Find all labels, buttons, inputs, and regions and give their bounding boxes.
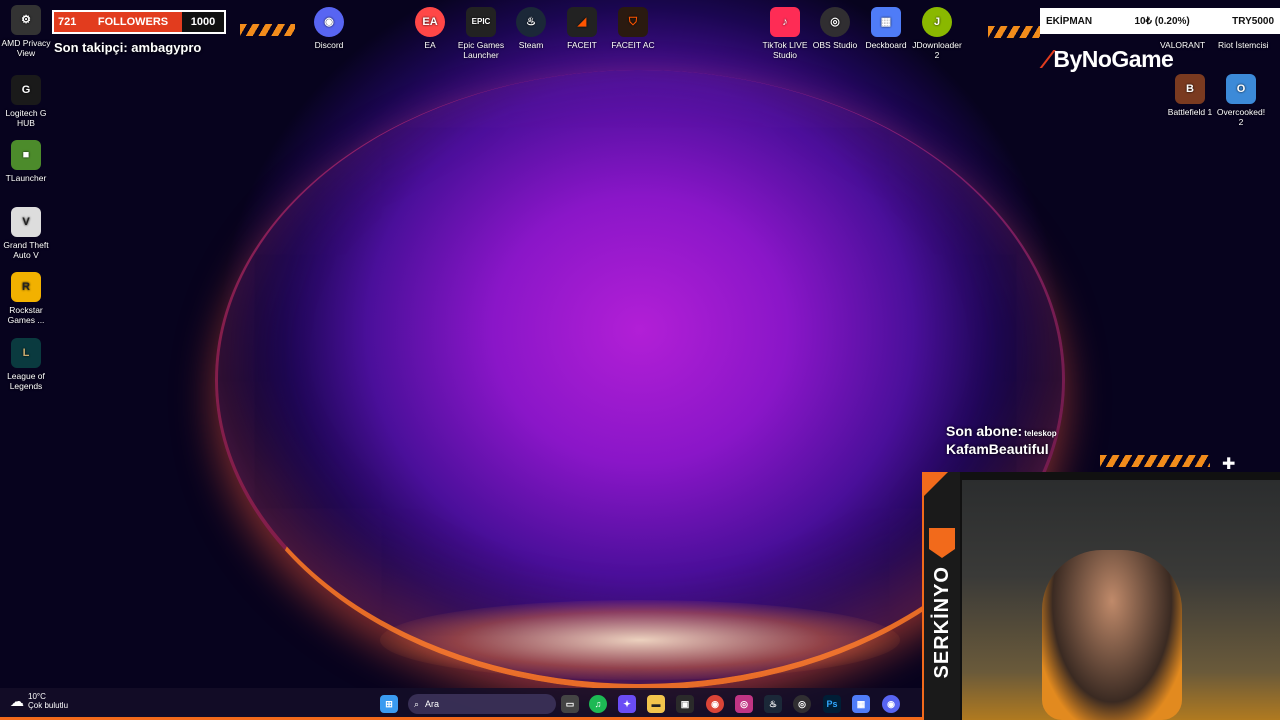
ea-icon: EA <box>415 7 445 37</box>
last-sub: Son abone: teleskop KafamBeautiful <box>946 423 1057 457</box>
weather-desc: Çok bulutlu <box>28 701 69 710</box>
followers-goal: 1000 <box>182 12 224 32</box>
last-follower: Son takipçi: ambagypro <box>54 40 202 55</box>
gta-icon: V <box>11 207 41 237</box>
deckboard-icon: ▦ <box>871 7 901 37</box>
jdownloader-icon: J <box>922 7 952 37</box>
chrome-icon[interactable]: ◉ <box>706 695 724 713</box>
store-icon[interactable]: ▣ <box>676 695 694 713</box>
desktop-icon-gta[interactable]: V Grand Theft Auto V <box>0 207 52 260</box>
windows-start-icon[interactable]: ⊞ <box>380 695 398 713</box>
stripes-cam <box>1100 455 1210 467</box>
cloud-icon: ☁ <box>10 692 24 709</box>
deckboard-taskbar-icon[interactable]: ▦ <box>852 695 870 713</box>
stat-right: TRY5000 <box>1232 15 1274 27</box>
overcooked-icon: O <box>1226 74 1256 104</box>
followers-widget: 721 FOLLOWERS 1000 <box>52 10 226 34</box>
desktop-icon-rockstar[interactable]: R Rockstar Games ... <box>0 272 52 325</box>
webcam-person <box>1042 550 1182 720</box>
desktop-icon-overcooked[interactable]: O Overcooked! 2 <box>1215 74 1267 127</box>
webcam-corner <box>922 472 948 498</box>
desktop-icon-jdownloader[interactable]: J JDownloader 2 <box>911 7 963 60</box>
stripes-left <box>240 24 295 36</box>
search-icon: ⌕ <box>414 698 420 709</box>
file-explorer-icon[interactable]: ▬ <box>647 695 665 713</box>
weather-temp: 10°C <box>28 692 46 701</box>
desktop-icon-discord[interactable]: ◉ Discord <box>303 7 355 50</box>
desktop-icon-battlefield[interactable]: B Battlefield 1 <box>1164 74 1216 117</box>
task-view-icon[interactable]: ▭ <box>561 695 579 713</box>
desktop-icon-steam[interactable]: ♨ Steam <box>505 7 557 50</box>
stat-mid: 10₺ (0.20%) <box>1134 15 1190 27</box>
webcam-frame: SERKİNYO <box>922 472 1280 720</box>
obs-taskbar-icon[interactable]: ◎ <box>793 695 811 713</box>
followers-label: FOLLOWERS <box>97 16 169 28</box>
team-label: EKİPMAN <box>1046 15 1093 27</box>
streamer-name: SERKİNYO <box>930 566 953 679</box>
weather-widget[interactable]: ☁ 10°C Çok bulutlu <box>10 692 68 710</box>
brand-name: ByNoGame <box>1053 46 1174 72</box>
streamer-logo-icon <box>929 528 955 558</box>
lol-icon: L <box>11 338 41 368</box>
faceit-icon: ◢ <box>567 7 597 37</box>
photoshop-icon[interactable]: Ps <box>823 695 841 713</box>
copilot-icon[interactable]: ✦ <box>618 695 636 713</box>
minecraft-icon: ■ <box>11 140 41 170</box>
instagram-icon[interactable]: ◎ <box>735 695 753 713</box>
faceit-ac-icon: ⛉ <box>618 7 648 37</box>
discord-icon: ◉ <box>314 7 344 37</box>
desktop-icon-amd[interactable]: ⚙ AMD Privacy View <box>0 5 52 58</box>
desktop-icon-lol[interactable]: L League of Legends <box>0 338 52 391</box>
desktop-icon-tiktok[interactable]: ♪ TikTok LIVE Studio <box>759 7 811 60</box>
tiktok-icon: ♪ <box>770 7 800 37</box>
settings-icon: ⚙ <box>11 5 41 35</box>
wallpaper-glow <box>380 600 900 680</box>
brand-logo: ⁄ ByNoGame <box>1045 44 1174 75</box>
desktop-icon-epic[interactable]: EPIC Epic Games Launcher <box>455 7 507 60</box>
brand-logo-icon: ⁄ <box>1045 44 1050 74</box>
webcam-video <box>962 480 1280 720</box>
webcam-sidebar: SERKİNYO <box>924 472 960 720</box>
desktop-icon-ea[interactable]: EA EA <box>404 7 456 50</box>
desktop-icon-riot[interactable]: Riot İstemcisi <box>1218 40 1269 50</box>
discord-taskbar-icon[interactable]: ◉ <box>882 695 900 713</box>
desktop-icon-faceit[interactable]: ◢ FACEIT <box>556 7 608 50</box>
desktop-icon-obs[interactable]: ◎ OBS Studio <box>809 7 861 50</box>
rifle-icon: ✚ <box>1222 456 1236 473</box>
taskbar-search[interactable]: ⌕ Ara <box>408 694 556 714</box>
desktop-icon-tlauncher[interactable]: ■ TLauncher <box>0 140 52 183</box>
steam-taskbar-icon[interactable]: ♨ <box>764 695 782 713</box>
followers-count: 721 <box>58 16 77 28</box>
search-placeholder: Ara <box>425 699 440 709</box>
epic-icon: EPIC <box>466 7 496 37</box>
desktop-icon-logitech[interactable]: G Logitech G HUB <box>0 75 52 128</box>
stripes-right-top <box>988 26 1040 38</box>
last-sub-name: KafamBeautiful <box>946 441 1049 457</box>
spotify-icon[interactable]: ♫ <box>589 695 607 713</box>
battlefield-icon: B <box>1175 74 1205 104</box>
rockstar-icon: R <box>11 272 41 302</box>
steam-icon: ♨ <box>516 7 546 37</box>
top-right-stats-bar: EKİPMAN 10₺ (0.20%) TRY5000 <box>1040 8 1280 34</box>
obs-icon: ◎ <box>820 7 850 37</box>
last-sub-label: Son abone: <box>946 423 1023 439</box>
logitech-icon: G <box>11 75 41 105</box>
last-sub-extra: teleskop <box>1024 429 1057 438</box>
desktop-icon-deckboard[interactable]: ▦ Deckboard <box>860 7 912 50</box>
desktop-icon-faceit-ac[interactable]: ⛉ FACEIT AC <box>607 7 659 50</box>
